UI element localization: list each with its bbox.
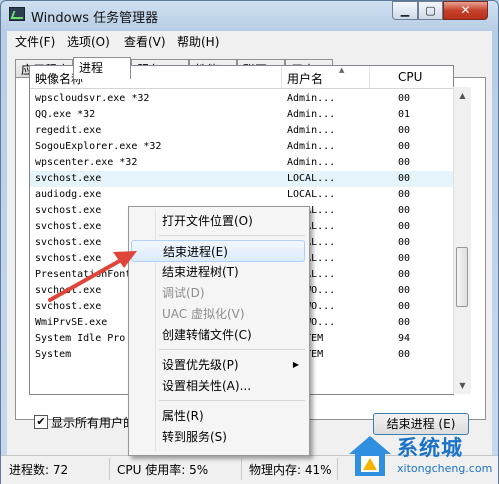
house-logo-icon: [349, 436, 391, 476]
watermark-url: xitongcheng.com: [397, 462, 493, 475]
watermark: 系统城 xitongcheng.com: [345, 432, 499, 484]
tab-processes[interactable]: 进程: [73, 57, 131, 79]
watermark-text: 系统城: [397, 436, 463, 460]
